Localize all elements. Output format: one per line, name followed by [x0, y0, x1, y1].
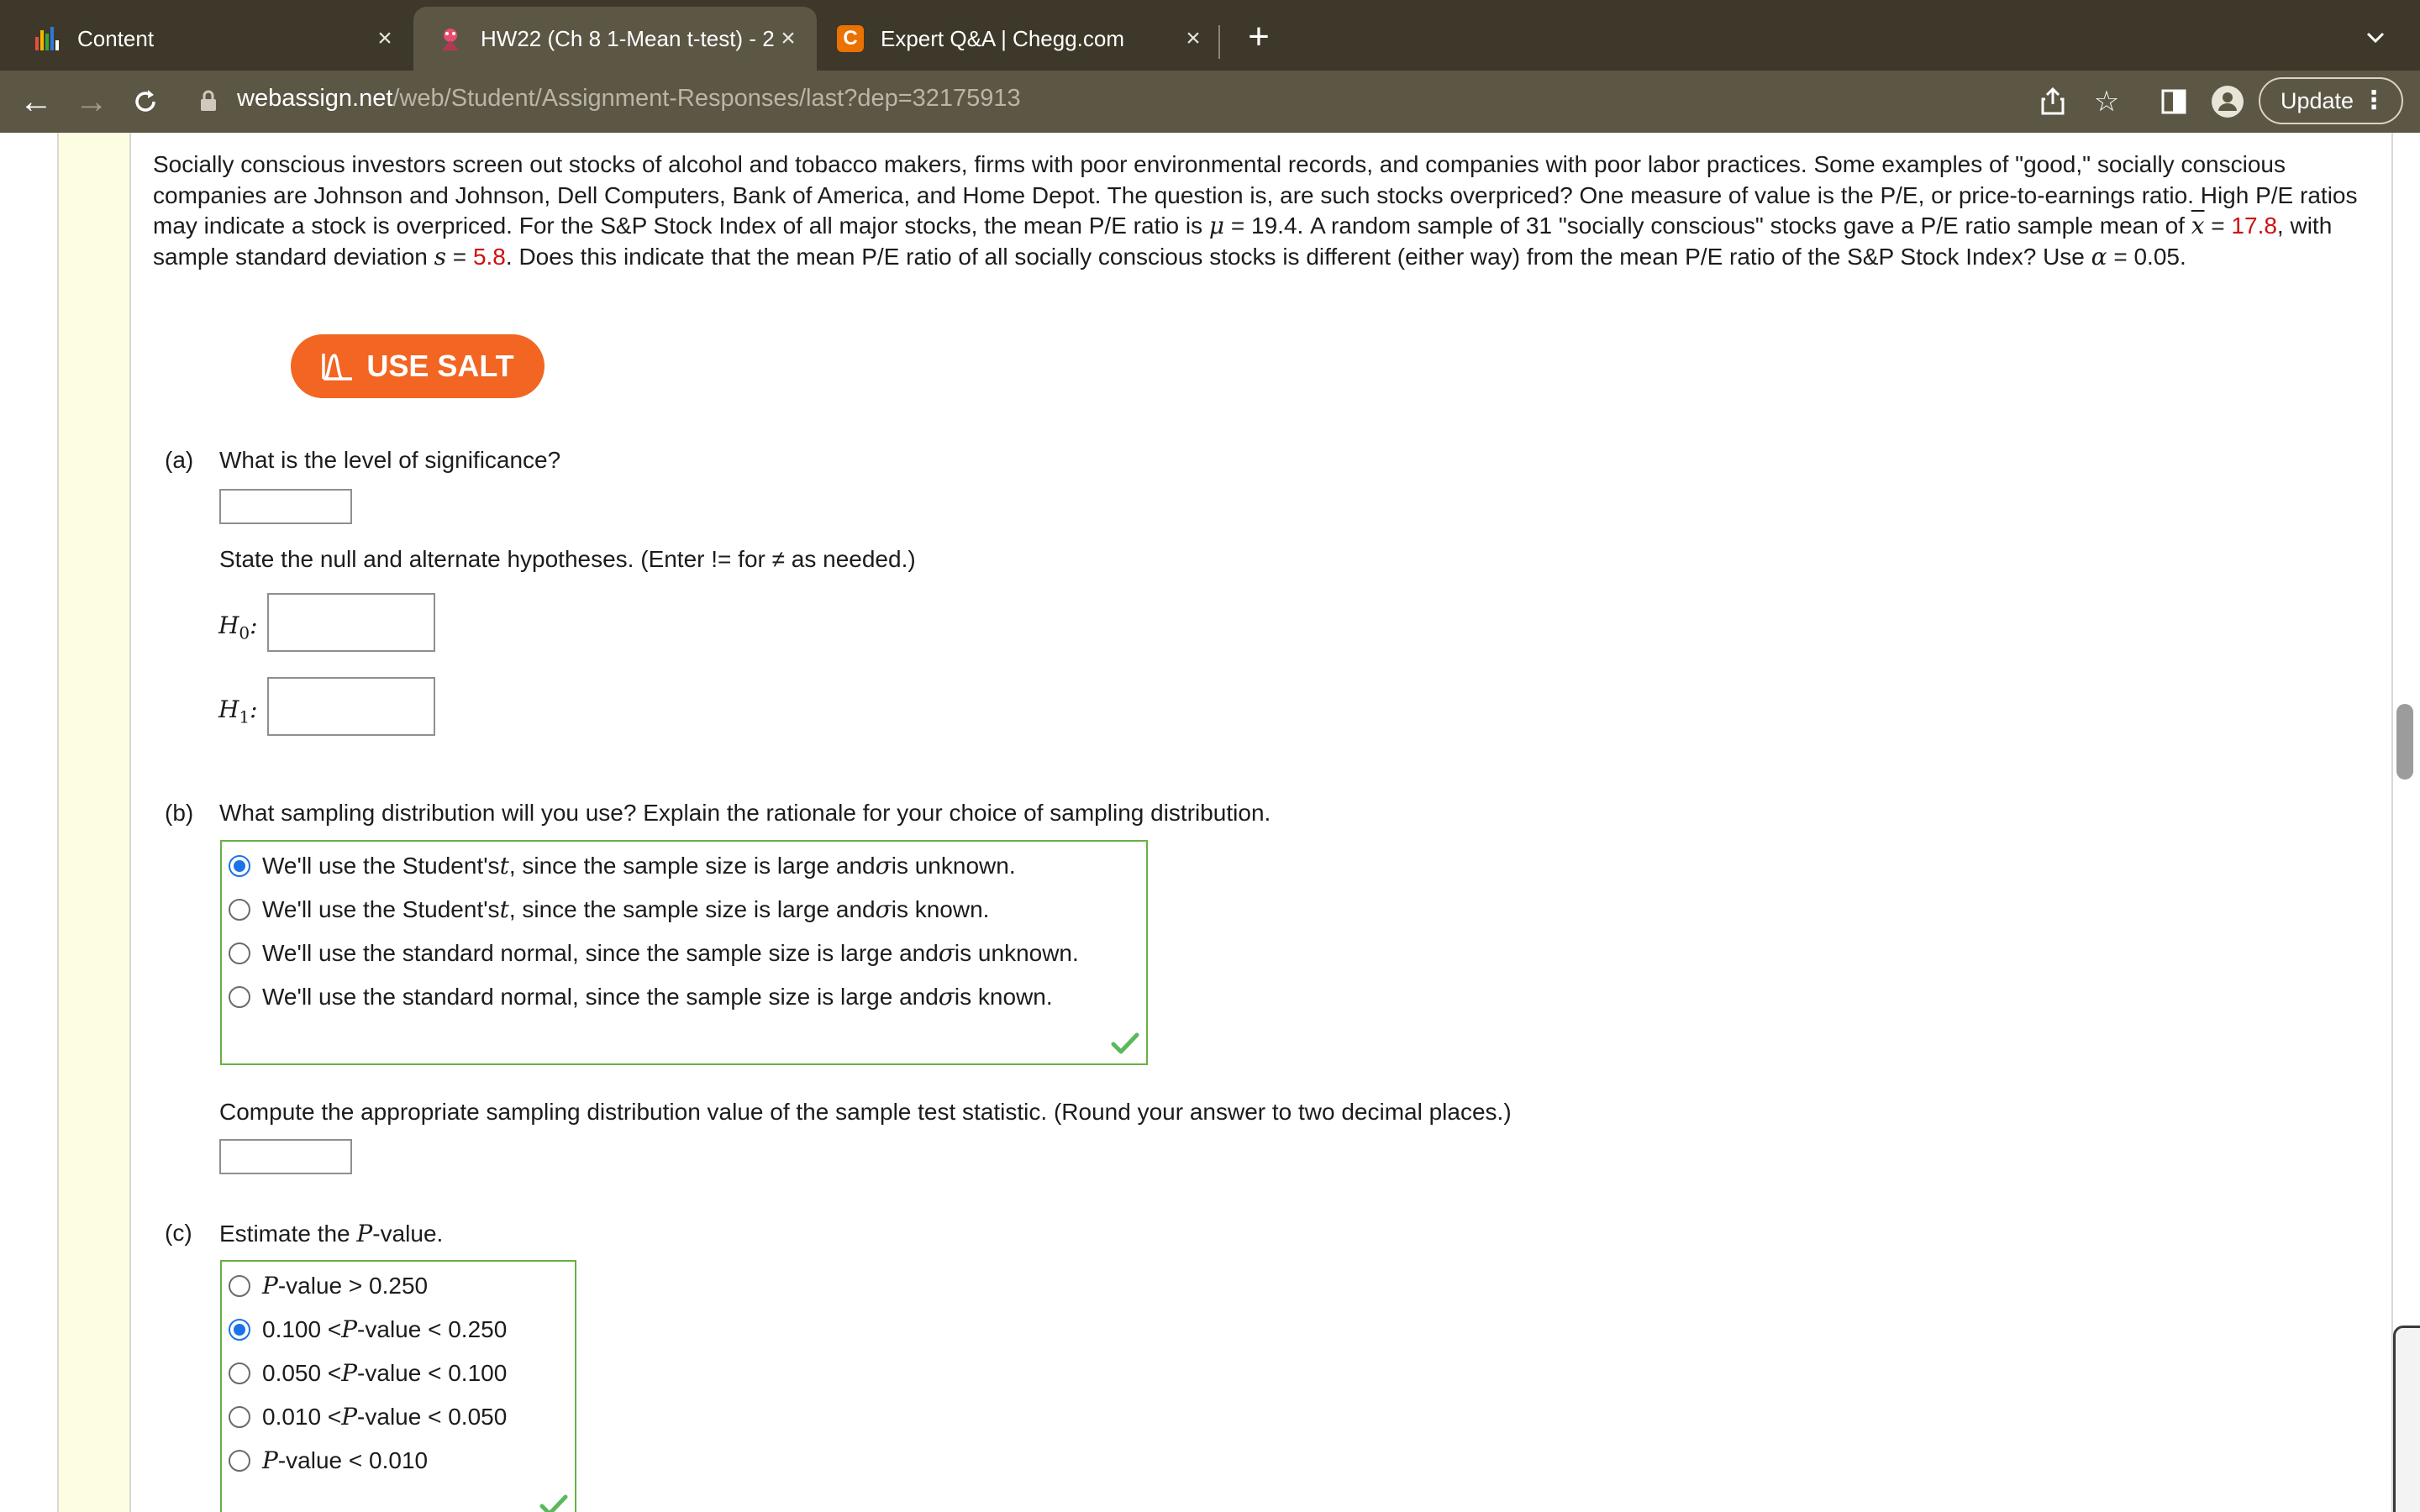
sampling-option-1[interactable]: We'll use the Student's t, since the sam… — [222, 852, 1016, 879]
part-a-question: What is the level of significance? — [219, 447, 561, 473]
url-host: webassign.net — [237, 85, 393, 112]
share-icon[interactable] — [2033, 82, 2072, 121]
significance-input[interactable] — [219, 489, 352, 524]
correct-check-icon — [1111, 1032, 1139, 1054]
tab-hw22[interactable]: HW22 (Ch 8 1-Mean t-test) - 2 × — [413, 7, 817, 71]
sampling-distribution-choices: We'll use the Student's t, since the sam… — [220, 840, 1148, 1065]
side-panel-icon[interactable] — [2154, 82, 2193, 121]
hypotheses-instruction: State the null and alternate hypotheses.… — [219, 546, 916, 572]
sampling-option-3[interactable]: We'll use the standard normal, since the… — [222, 939, 1079, 967]
p-value-option-4[interactable]: 0.010 < P -value < 0.050 — [222, 1403, 507, 1431]
p-value-option-5[interactable]: P -value < 0.010 — [222, 1446, 428, 1474]
tab-strip: Content × HW22 (Ch 8 1-Mean t-test) - 2 … — [0, 0, 2420, 71]
radio-button[interactable] — [229, 1449, 250, 1472]
question-margin-strip — [57, 133, 131, 1512]
part-b-label: (b) — [165, 800, 194, 826]
close-tab-icon[interactable]: × — [371, 25, 398, 52]
correct-check-icon — [539, 1494, 568, 1512]
tab-separator — [1218, 25, 1220, 59]
sampling-option-4[interactable]: We'll use the standard normal, since the… — [222, 983, 1053, 1011]
lock-icon[interactable] — [200, 89, 217, 113]
test-statistic-input[interactable] — [219, 1139, 352, 1174]
compute-statistic-instruction: Compute the appropriate sampling distrib… — [219, 1099, 1512, 1125]
back-arrow-icon[interactable]: ← — [15, 81, 57, 123]
question-text: Socially conscious investors screen out … — [153, 151, 2358, 270]
tab-title: Content — [77, 25, 155, 51]
alternate-hypothesis-input[interactable] — [267, 677, 435, 736]
part-b-question: What sampling distribution will you use?… — [219, 800, 1271, 826]
scrollbar-thumb[interactable] — [2396, 704, 2413, 780]
use-salt-button[interactable]: USE SALT — [291, 334, 544, 398]
use-salt-label: USE SALT — [366, 349, 514, 383]
reload-icon[interactable] — [124, 81, 166, 123]
part-c-question: Estimate the P-value. — [219, 1220, 444, 1247]
salt-chart-icon — [322, 354, 353, 381]
sampling-option-2[interactable]: We'll use the Student's t, since the sam… — [222, 895, 989, 923]
tab-search-chevron-icon[interactable] — [2363, 25, 2388, 50]
url-path: /web/Student/Assignment-Responses/last?d… — [392, 85, 1021, 112]
radio-button-selected[interactable] — [229, 854, 250, 877]
bar-chart-favicon-icon — [34, 25, 60, 52]
radio-button[interactable] — [229, 1274, 250, 1297]
part-a-label: (a) — [165, 447, 194, 473]
radio-button[interactable] — [229, 942, 250, 964]
tab-title: Expert Q&A | Chegg.com — [881, 25, 1124, 51]
close-tab-icon[interactable]: × — [1180, 25, 1207, 52]
tab-title: HW22 (Ch 8 1-Mean t-test) - 2 — [481, 25, 775, 51]
update-label: Update — [2281, 88, 2354, 113]
forward-arrow-icon[interactable]: → — [71, 81, 113, 123]
p-value-choices: P -value > 0.250 0.100 < P -value < 0.250 … — [220, 1260, 576, 1512]
part-c-label: (c) — [165, 1220, 192, 1246]
radio-button[interactable] — [229, 1405, 250, 1428]
close-tab-icon[interactable]: × — [775, 25, 802, 52]
address-bar[interactable]: webassign.net/web/Student/Assignment-Res… — [237, 85, 1021, 113]
profile-avatar-icon[interactable] — [2208, 82, 2247, 121]
given-sample-mean: 17.8 — [2231, 213, 2277, 239]
update-button[interactable]: Update ⋮ — [2259, 77, 2403, 124]
radio-button[interactable] — [229, 898, 250, 921]
side-widget-tab[interactable] — [2393, 1326, 2420, 1512]
h0-label: H0: — [218, 612, 258, 643]
p-value-option-2[interactable]: 0.100 < P -value < 0.250 — [222, 1315, 507, 1343]
kebab-menu-icon[interactable]: ⋮ — [2361, 79, 2386, 123]
new-tab-plus-icon[interactable]: + — [1240, 18, 1277, 57]
content-border — [2391, 133, 2393, 1512]
chegg-favicon-icon: C — [837, 25, 864, 52]
mascot-favicon-icon — [437, 25, 464, 52]
given-sample-sd: 5.8 — [472, 243, 506, 270]
bookmark-star-icon[interactable]: ☆ — [2087, 82, 2126, 121]
tab-content[interactable]: Content × — [0, 7, 413, 71]
null-hypothesis-input[interactable] — [267, 593, 435, 652]
h1-label: H1: — [218, 696, 258, 727]
radio-button[interactable] — [229, 985, 250, 1008]
p-value-option-1[interactable]: P -value > 0.250 — [222, 1272, 428, 1299]
p-value-option-3[interactable]: 0.050 < P -value < 0.100 — [222, 1359, 507, 1387]
radio-button-selected[interactable] — [229, 1318, 250, 1341]
tab-chegg[interactable]: C Expert Q&A | Chegg.com × — [818, 7, 1222, 71]
webassign-page: Socially conscious investors screen out … — [0, 133, 2420, 1512]
radio-button[interactable] — [229, 1362, 250, 1384]
